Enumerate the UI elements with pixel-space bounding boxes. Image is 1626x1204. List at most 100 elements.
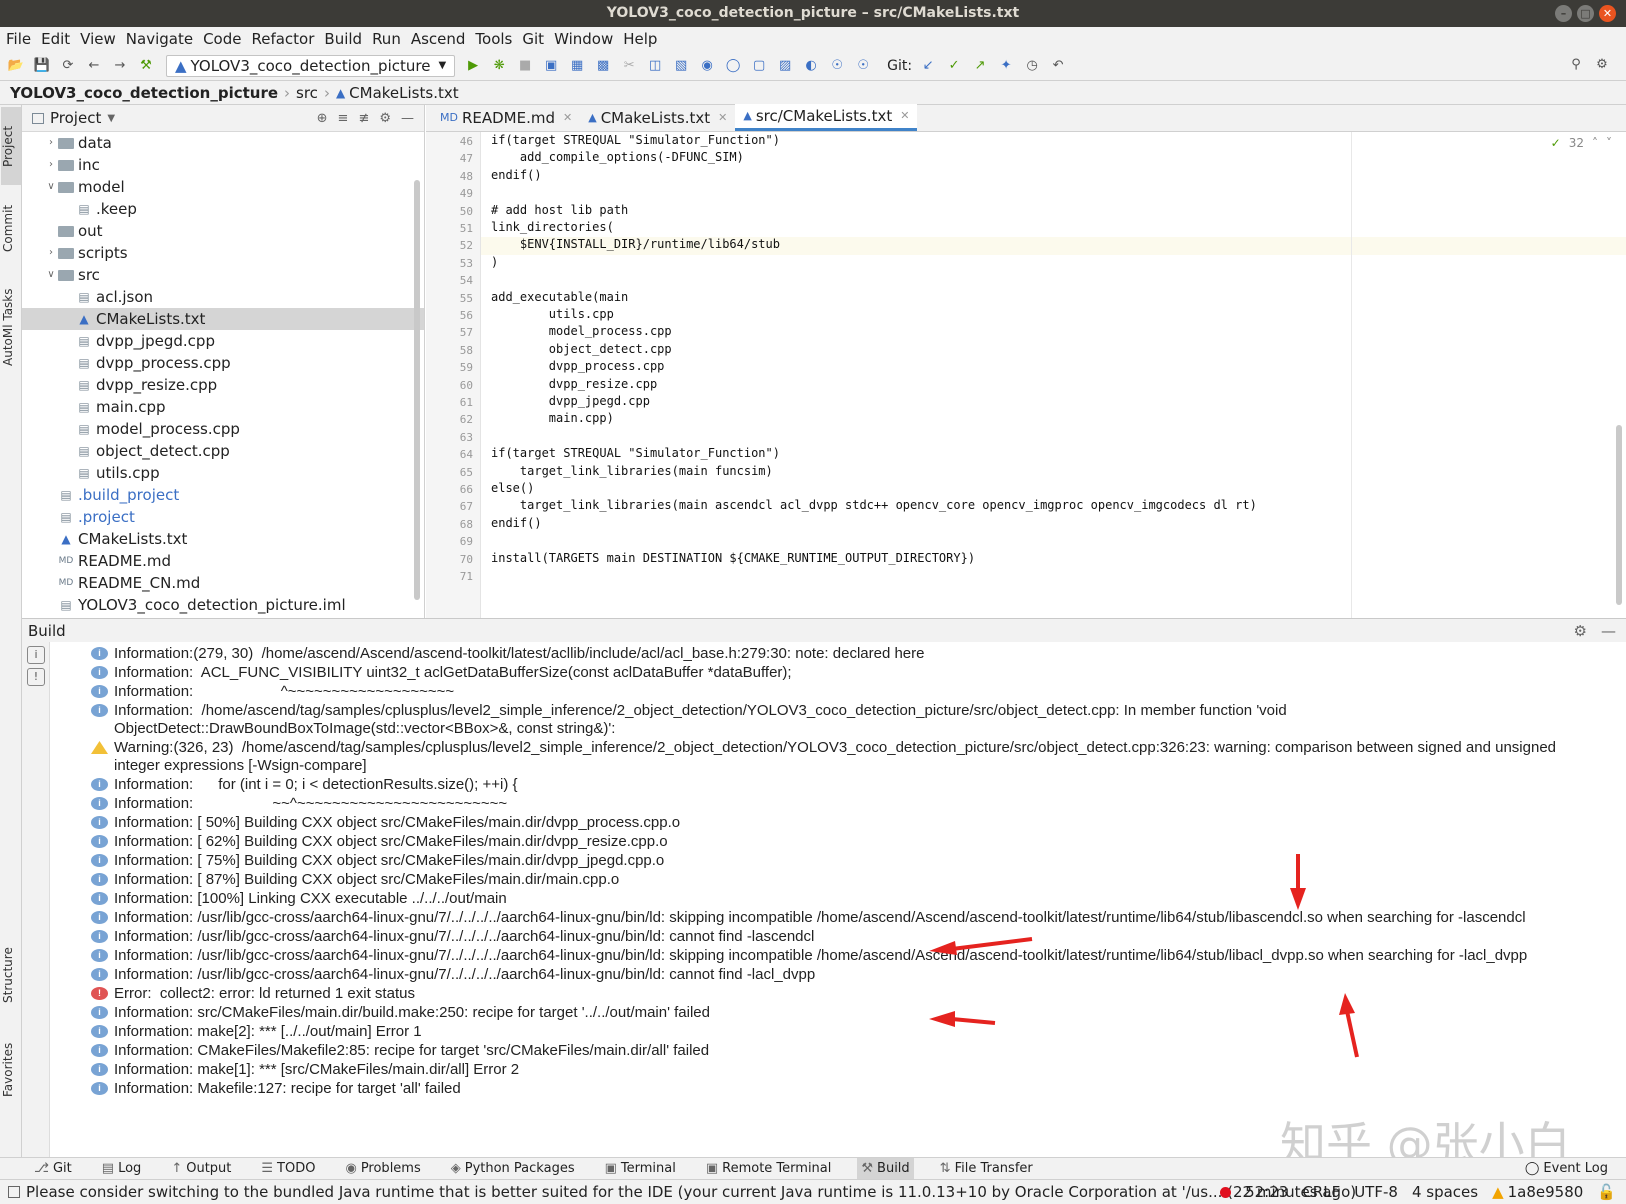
chevron-right-icon[interactable]: › bbox=[44, 132, 58, 154]
sync-icon[interactable]: ⟳ bbox=[58, 56, 78, 76]
gear-icon[interactable]: ⚙ bbox=[1574, 622, 1587, 640]
menu-item-build[interactable]: Build bbox=[324, 27, 362, 51]
tool-icon-6[interactable]: ◉ bbox=[697, 56, 717, 76]
build-log-entry[interactable]: i Information: [ 87%] Building CXX object… bbox=[91, 871, 1591, 889]
menu-item-file[interactable]: File bbox=[6, 27, 31, 51]
tool-tab-automl[interactable]: AutoMl Tasks bbox=[1, 277, 21, 377]
project-tree-item[interactable]: ▤ main.cpp bbox=[22, 396, 424, 418]
menu-item-code[interactable]: Code bbox=[203, 27, 241, 51]
project-tree-item[interactable]: ▤ object_detect.cpp bbox=[22, 440, 424, 462]
tool-icon-7[interactable]: ◯ bbox=[723, 56, 743, 76]
project-tree-item[interactable]: ▤ dvpp_process.cpp bbox=[22, 352, 424, 374]
bottom-tab-output[interactable]: ↑ Output bbox=[167, 1158, 235, 1180]
build-log-entry[interactable]: i Information: [ 75%] Building CXX object… bbox=[91, 852, 1591, 870]
project-tree-item[interactable]: ▤ model_process.cpp bbox=[22, 418, 424, 440]
locate-icon[interactable]: ⊕ bbox=[317, 111, 328, 126]
close-icon[interactable]: ✕ bbox=[718, 105, 727, 131]
caret-position[interactable]: 52:23 bbox=[1245, 1183, 1288, 1201]
tool-tab-commit[interactable]: Commit bbox=[1, 193, 21, 263]
bottom-tab-git[interactable]: ⎇ Git bbox=[30, 1158, 76, 1180]
git-commit-icon[interactable]: ✓ bbox=[944, 56, 964, 76]
zoom-icon-2[interactable]: ☉ bbox=[853, 56, 873, 76]
project-tree-item[interactable]: ▤ YOLOV3_coco_detection_picture.iml bbox=[22, 594, 424, 616]
project-tree-item[interactable]: ▲ CMakeLists.txt bbox=[22, 308, 424, 330]
inspection-widget[interactable]: ✓ 32 ˄ ˅ bbox=[1551, 136, 1612, 150]
build-log-entry[interactable]: i Information: ~~^~~~~~~~~~~~~~~~~~~~~~~~… bbox=[91, 795, 1591, 813]
build-log-entry[interactable]: i Information: [ 62%] Building CXX object… bbox=[91, 833, 1591, 851]
open-icon[interactable]: 📂 bbox=[6, 56, 26, 76]
minimize-button[interactable]: – bbox=[1555, 5, 1572, 22]
project-panel-title[interactable]: Project bbox=[50, 109, 101, 127]
menu-item-git[interactable]: Git bbox=[522, 27, 544, 51]
menu-item-tools[interactable]: Tools bbox=[475, 27, 512, 51]
project-tree-item[interactable]: ▤ .project bbox=[22, 506, 424, 528]
build-log-entry[interactable]: i Information: [100%] Linking CXX executa… bbox=[91, 890, 1591, 908]
warning-filter-icon[interactable]: ! bbox=[27, 668, 45, 686]
indent-setting[interactable]: 4 spaces bbox=[1412, 1183, 1478, 1201]
run-configuration-select[interactable]: ▲ YOLOV3_coco_detection_picture ▼ bbox=[166, 54, 456, 77]
editor-tab[interactable]: ▲ CMakeLists.txt ✕ bbox=[580, 104, 735, 131]
zoom-icon-1[interactable]: ☉ bbox=[827, 56, 847, 76]
build-log-entry[interactable]: i Information: /usr/lib/gcc-cross/aarch64… bbox=[91, 909, 1591, 927]
close-button[interactable]: ✕ bbox=[1599, 5, 1616, 22]
tool-icon-1[interactable]: ▣ bbox=[541, 56, 561, 76]
tool-icon-8[interactable]: ▢ bbox=[749, 56, 769, 76]
event-log-tab[interactable]: ◯ Event Log bbox=[1521, 1158, 1612, 1180]
project-tree-item[interactable]: › data bbox=[22, 132, 424, 154]
tool-tab-project[interactable]: Project bbox=[1, 107, 21, 185]
build-log-entry[interactable]: i Information: /usr/lib/gcc-cross/aarch64… bbox=[91, 966, 1591, 984]
search-icon[interactable]: ⚲ bbox=[1566, 55, 1586, 75]
git-update-icon[interactable]: ↙ bbox=[918, 56, 938, 76]
project-tree-item[interactable]: ▤ .build_project bbox=[22, 484, 424, 506]
history-icon[interactable]: ◷ bbox=[1022, 56, 1042, 76]
menu-item-view[interactable]: View bbox=[80, 27, 116, 51]
file-encoding[interactable]: UTF-8 bbox=[1354, 1183, 1398, 1201]
project-tree-item[interactable]: ▲ CMakeLists.txt bbox=[22, 528, 424, 550]
project-tree-item[interactable]: › inc bbox=[22, 154, 424, 176]
rollback-icon[interactable]: ↶ bbox=[1048, 56, 1068, 76]
back-icon[interactable]: ← bbox=[84, 56, 104, 76]
menu-item-ascend[interactable]: Ascend bbox=[411, 27, 466, 51]
chevron-right-icon[interactable]: › bbox=[44, 154, 58, 176]
project-tree-item[interactable]: ▤ utils.cpp bbox=[22, 462, 424, 484]
close-icon[interactable]: ✕ bbox=[900, 103, 909, 129]
stop-icon[interactable]: ■ bbox=[515, 56, 535, 76]
bottom-tab-log[interactable]: ▤ Log bbox=[98, 1158, 146, 1180]
build-log-entry[interactable]: i Information: Makefile:127: recipe for t… bbox=[91, 1080, 1591, 1098]
tool-tab-structure[interactable]: Structure bbox=[1, 935, 21, 1015]
breadcrumb-item[interactable]: CMakeLists.txt bbox=[349, 84, 458, 102]
breadcrumb-item[interactable]: src bbox=[296, 84, 318, 102]
build-log-entry[interactable]: i Information: make[1]: *** [src/CMakeFil… bbox=[91, 1061, 1591, 1079]
run-icon[interactable]: ▶ bbox=[463, 56, 483, 76]
code-area[interactable]: if(target STREQUAL "Simulator_Function")… bbox=[481, 132, 1626, 618]
menu-item-edit[interactable]: Edit bbox=[41, 27, 70, 51]
project-tree-item[interactable]: MD README.md bbox=[22, 550, 424, 572]
editor-tab[interactable]: ▲ src/CMakeLists.txt ✕ bbox=[735, 103, 918, 131]
tool-icon-4[interactable]: ◫ bbox=[645, 56, 665, 76]
build-log-entry[interactable]: i Information: for (int i = 0; i < detect… bbox=[91, 776, 1591, 794]
bottom-tab-problems[interactable]: ◉ Problems bbox=[341, 1158, 424, 1180]
editor-scrollbar[interactable] bbox=[1616, 425, 1622, 605]
vcs-revision[interactable]: 1a8e9580 bbox=[1508, 1183, 1584, 1201]
bottom-tab-remote-terminal[interactable]: ▣ Remote Terminal bbox=[702, 1158, 836, 1180]
gear-icon[interactable]: ⚙ bbox=[379, 111, 391, 126]
chevron-down-icon[interactable]: ∨ bbox=[44, 264, 58, 286]
lock-icon[interactable]: 🔓 bbox=[1597, 1183, 1616, 1201]
gear-icon[interactable]: ⚙ bbox=[1592, 55, 1612, 75]
project-tree-item[interactable]: ∨ src bbox=[22, 264, 424, 286]
project-tree-item[interactable]: ▤ dvpp_jpegd.cpp bbox=[22, 330, 424, 352]
project-tree-item[interactable]: MD README_CN.md bbox=[22, 572, 424, 594]
status-message[interactable]: Please consider switching to the bundled… bbox=[26, 1183, 1356, 1201]
tool-icon-10[interactable]: ◐ bbox=[801, 56, 821, 76]
build-log-entry[interactable]: i Information: /usr/lib/gcc-cross/aarch64… bbox=[91, 947, 1591, 965]
status-toggle-icon[interactable] bbox=[8, 1186, 20, 1198]
hide-icon[interactable]: — bbox=[1601, 622, 1616, 640]
build-log-entry[interactable]: i Information: /usr/lib/gcc-cross/aarch64… bbox=[91, 928, 1591, 946]
bottom-tab-todo[interactable]: ☰ TODO bbox=[257, 1158, 319, 1180]
menu-item-window[interactable]: Window bbox=[554, 27, 613, 51]
tool-icon-9[interactable]: ▨ bbox=[775, 56, 795, 76]
project-tree-item[interactable]: out bbox=[22, 220, 424, 242]
menu-item-help[interactable]: Help bbox=[623, 27, 657, 51]
chevron-down-icon[interactable]: ▼ bbox=[107, 113, 115, 124]
collapse-all-icon[interactable]: ≢ bbox=[358, 111, 369, 126]
